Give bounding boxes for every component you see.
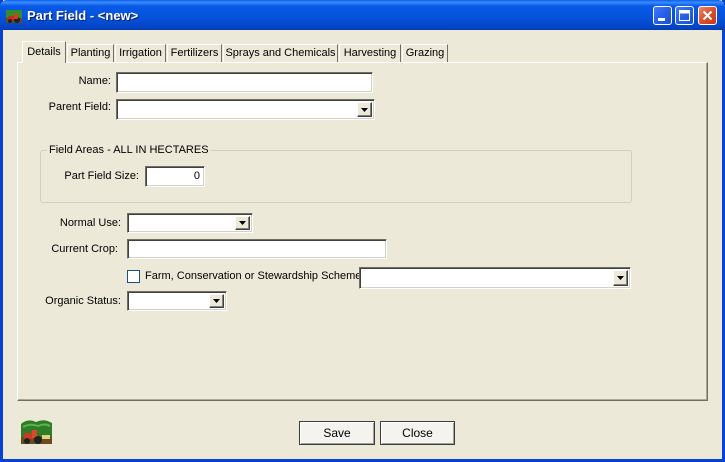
organic-status-dropdown[interactable] [127, 291, 227, 311]
normal-use-dropdown[interactable] [127, 213, 253, 233]
window-title: Part Field - <new> [27, 8, 139, 23]
parent-field-label: Parent Field: [48, 101, 111, 113]
normal-use-label: Normal Use: [59, 217, 121, 229]
tab-planting[interactable]: Planting [67, 44, 114, 62]
tab-details[interactable]: Details [22, 41, 66, 63]
farm-logo-icon [20, 418, 53, 445]
save-button[interactable]: Save [299, 421, 375, 445]
current-crop-label: Current Crop: [51, 243, 118, 255]
scheme-label: Farm, Conservation or Stewardship Scheme [145, 270, 362, 282]
scheme-checkbox[interactable] [127, 270, 140, 283]
part-field-size-input[interactable]: 0 [145, 166, 205, 187]
minimize-icon [658, 18, 665, 21]
chevron-down-icon [213, 299, 220, 303]
close-icon [702, 10, 713, 21]
name-label: Name: [78, 75, 111, 87]
normal-use-dropdown-button[interactable] [235, 216, 250, 230]
tractor-field-icon [6, 8, 22, 23]
parent-field-dropdown-button[interactable] [357, 102, 372, 117]
part-field-size-label: Part Field Size: [64, 170, 139, 182]
chevron-down-icon [617, 276, 624, 280]
chevron-down-icon [361, 107, 368, 112]
maximize-button[interactable] [675, 6, 694, 25]
part-field-window: Part Field - <new> Details Planting Irri… [0, 0, 725, 462]
tab-grazing[interactable]: Grazing [402, 44, 448, 62]
chevron-down-icon [239, 221, 246, 225]
tab-fertilizers[interactable]: Fertilizers [167, 44, 222, 62]
close-window-button[interactable] [698, 6, 717, 25]
minimize-button[interactable] [653, 6, 672, 25]
close-button[interactable]: Close [380, 421, 455, 445]
scheme-dropdown-button[interactable] [613, 270, 628, 286]
organic-status-label: Organic Status: [45, 295, 121, 307]
field-areas-title: Field Areas - ALL IN HECTARES [47, 144, 211, 156]
title-bar[interactable]: Part Field - <new> [0, 0, 725, 30]
tab-irrigation[interactable]: Irrigation [115, 44, 166, 62]
tab-sprays-and-chemicals[interactable]: Sprays and Chemicals [223, 44, 338, 62]
name-input[interactable] [116, 72, 373, 93]
tab-harvesting[interactable]: Harvesting [339, 44, 401, 62]
scheme-dropdown[interactable] [359, 267, 631, 289]
maximize-icon [679, 10, 690, 21]
organic-status-dropdown-button[interactable] [209, 294, 224, 308]
parent-field-dropdown[interactable] [116, 99, 375, 120]
current-crop-input[interactable] [127, 239, 387, 259]
